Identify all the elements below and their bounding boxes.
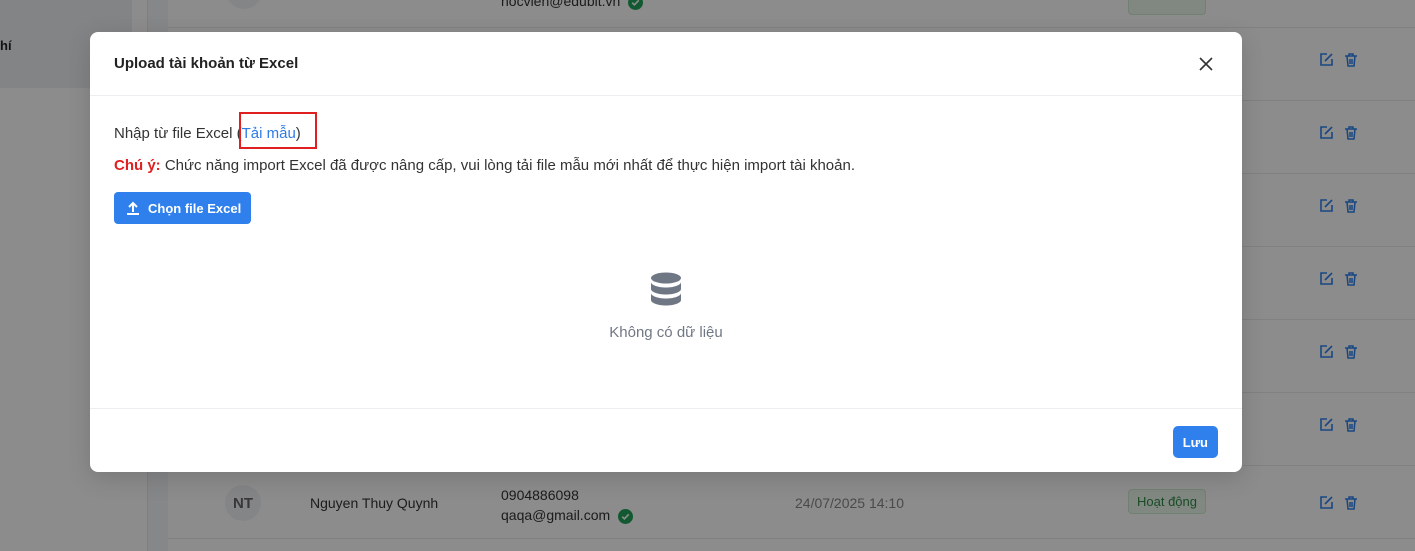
empty-text: Không có dữ liệu <box>609 324 723 341</box>
upload-icon <box>127 201 139 215</box>
note-text: Chức năng import Excel đã được nâng cấp,… <box>160 157 855 174</box>
note-label: Chú ý: <box>114 157 161 174</box>
close-button[interactable] <box>1194 52 1218 76</box>
modal-title: Upload tài khoản từ Excel <box>114 55 299 72</box>
choose-excel-file-button[interactable]: Chọn file Excel <box>114 192 252 224</box>
upload-excel-modal: Upload tài khoản từ Excel Nhập từ file E… <box>90 32 1242 472</box>
choose-file-label: Chọn file Excel <box>148 200 242 216</box>
empty-state: Không có dữ liệu <box>90 272 1242 341</box>
upgrade-note: Chú ý: Chức năng import Excel đã được nâ… <box>114 156 1218 176</box>
modal-header: Upload tài khoản từ Excel <box>90 32 1242 96</box>
close-icon <box>1199 56 1213 71</box>
modal-footer: Lưu <box>90 408 1242 472</box>
import-label: Nhập từ file Excel <box>114 125 233 142</box>
save-button[interactable]: Lưu <box>1172 426 1218 458</box>
highlight-annotation <box>239 112 317 149</box>
database-icon <box>651 272 681 306</box>
